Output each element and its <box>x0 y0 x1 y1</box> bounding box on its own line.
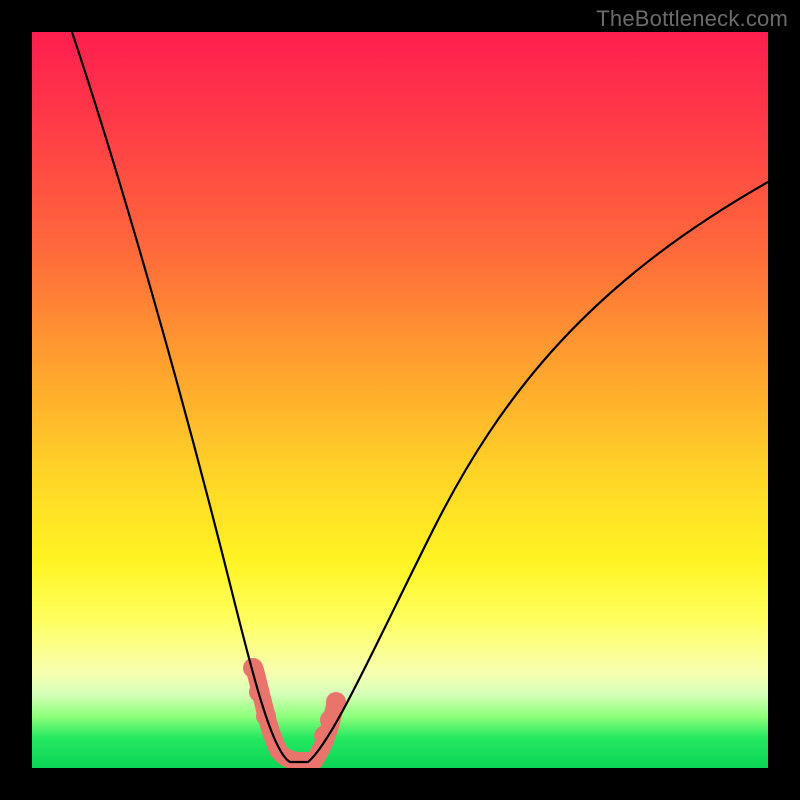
bottleneck-curve <box>72 32 768 762</box>
plot-area <box>32 32 768 768</box>
watermark-text: TheBottleneck.com <box>596 6 788 32</box>
chart-frame: TheBottleneck.com <box>0 0 800 800</box>
chart-svg <box>32 32 768 768</box>
